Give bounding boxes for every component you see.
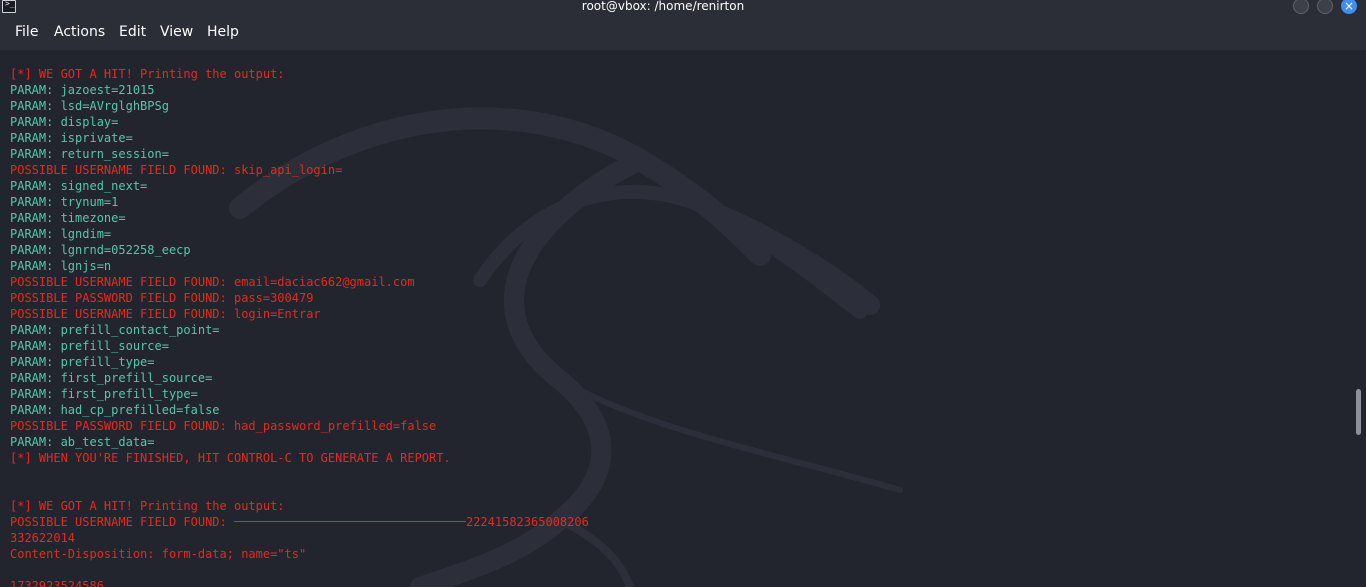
terminal-line-text: PARAM: lsd=AVrglghBPSg [10,99,169,113]
maximize-icon[interactable] [1317,0,1333,14]
terminal-line: POSSIBLE USERNAME FIELD FOUND: 222415823… [10,514,589,530]
title-bar: >_ root@vbox: /home/renirton × [0,0,1366,15]
terminal-line: PARAM: return_session= [10,146,169,162]
terminal-line-suffix: 22241582365008206 [465,515,589,529]
terminal-line: POSSIBLE PASSWORD FIELD FOUND: pass=3004… [10,290,313,306]
terminal-line: 1732923524586 [10,578,104,587]
scrollbar-thumb[interactable] [1356,389,1361,435]
menu-bar: File Actions Edit View Help [0,15,1366,50]
terminal-line: PARAM: prefill_source= [10,338,169,354]
terminal-line-text: PARAM: trynum=1 [10,195,119,209]
terminal-line: Content-Disposition: form-data; name="ts… [10,546,306,562]
terminal-line-text: PARAM: prefill_contact_point= [10,323,220,337]
terminal-line-text: 332622014 [10,531,76,545]
terminal-line-text: POSSIBLE USERNAME FIELD FOUND: [10,515,234,529]
menu-view[interactable]: View [160,24,193,40]
vertical-scrollbar[interactable] [1352,50,1366,587]
terminal-line-text: PARAM: ab_test_data= [10,435,155,449]
terminal-line-text: [*] WE GOT A HIT! Printing the output: [10,67,285,81]
terminal-line: PARAM: prefill_contact_point= [10,322,220,338]
terminal-line-text: PARAM: prefill_type= [10,355,155,369]
terminal-line: PARAM: prefill_type= [10,354,155,370]
terminal-line-text: PARAM: isprivate= [10,131,133,145]
terminal-line-text: PARAM: had_cp_prefilled=false [10,403,220,417]
terminal-line-text: POSSIBLE PASSWORD FIELD FOUND: had_passw… [10,419,437,433]
terminal-line: PARAM: had_cp_prefilled=false [10,402,220,418]
terminal-line: PARAM: timezone= [10,210,126,226]
terminal-line-text: PARAM: signed_next= [10,179,148,193]
menu-actions[interactable]: Actions [54,24,105,40]
terminal-line-text: POSSIBLE USERNAME FIELD FOUND: skip_api_… [10,163,343,177]
terminal-line-text: PARAM: prefill_source= [10,339,169,353]
terminal-line-text: POSSIBLE PASSWORD FIELD FOUND: pass=3004… [10,291,314,305]
terminal-line-text: PARAM: return_session= [10,147,169,161]
terminal-line-text: [*] WE GOT A HIT! Printing the output: [10,499,285,513]
terminal-line: POSSIBLE USERNAME FIELD FOUND: email=dac… [10,274,415,290]
menu-help[interactable]: Help [207,24,239,40]
terminal-line: PARAM: lgnjs=n [10,258,111,274]
terminal-line: POSSIBLE PASSWORD FIELD FOUND: had_passw… [10,418,436,434]
terminal-line: PARAM: first_prefill_type= [10,386,198,402]
terminal-line-text: PARAM: lgndim= [10,227,112,241]
menu-file[interactable]: File [15,24,38,40]
terminal-line: PARAM: signed_next= [10,178,147,194]
terminal-line-text: PARAM: lgnjs=n [10,259,112,273]
terminal-line: PARAM: first_prefill_source= [10,370,212,386]
terminal-line-text: Content-Disposition: form-data; name="ts… [10,547,307,561]
terminal-line: PARAM: jazoest=21015 [10,82,155,98]
terminal-output[interactable]: [*] WE GOT A HIT! Printing the output: PA… [0,50,1352,587]
terminal-line: PARAM: isprivate= [10,130,133,146]
terminal-line: PARAM: trynum=1 [10,194,118,210]
terminal-line: [*] WE GOT A HIT! Printing the output: [10,66,285,82]
terminal-line-text: PARAM: lgnrnd=052258_eecp [10,243,191,257]
terminal-line-text: POSSIBLE USERNAME FIELD FOUND: login=Ent… [10,307,321,321]
terminal-window: >_ root@vbox: /home/renirton × File Acti… [0,0,1366,587]
terminal-line: PARAM: ab_test_data= [10,434,155,450]
terminal-line-text: PARAM: first_prefill_source= [10,371,213,385]
boundary-dash-rule [233,521,466,522]
close-icon[interactable]: × [1341,0,1357,14]
menu-edit[interactable]: Edit [119,24,146,40]
terminal-line: PARAM: lsd=AVrglghBPSg [10,98,169,114]
terminal-line: PARAM: lgndim= [10,226,111,242]
window-title: root@vbox: /home/renirton [581,0,745,13]
terminal-line: 332622014 [10,530,75,546]
terminal-line: [*] WHEN YOU'RE FINISHED, HIT CONTROL-C … [10,450,451,466]
terminal-line: PARAM: lgnrnd=052258_eecp [10,242,191,258]
terminal-line: POSSIBLE USERNAME FIELD FOUND: skip_api_… [10,162,342,178]
terminal-line-text: PARAM: timezone= [10,211,126,225]
terminal-line-text: [*] WHEN YOU'RE FINISHED, HIT CONTROL-C … [10,451,451,465]
terminal-line-text: PARAM: jazoest=21015 [10,83,155,97]
terminal-line-text: PARAM: first_prefill_type= [10,387,198,401]
terminal-line-text: POSSIBLE USERNAME FIELD FOUND: email=dac… [10,275,415,289]
terminal-line-text: PARAM: display= [10,115,119,129]
terminal-line-text: 1732923524586 [10,579,104,587]
terminal-line: POSSIBLE USERNAME FIELD FOUND: login=Ent… [10,306,321,322]
terminal-line: [*] WE GOT A HIT! Printing the output: [10,498,285,514]
terminal-line: PARAM: display= [10,114,118,130]
